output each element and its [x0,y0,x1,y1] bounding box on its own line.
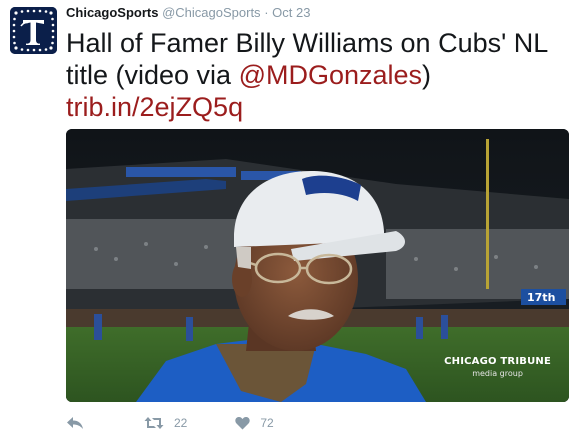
display-name[interactable]: ChicagoSports [66,5,158,20]
tweet-actions: 22 72 [66,413,274,433]
reply-icon [67,417,83,429]
mention-link[interactable]: @MDGonzales [239,60,422,90]
heart-icon [235,416,251,430]
watermark-subtitle: media group [472,369,523,378]
reply-button[interactable] [66,416,84,430]
like-button[interactable]: 72 [235,416,274,430]
scoreboard-text: 17th [527,291,555,304]
avatar[interactable] [10,7,57,54]
retweet-button[interactable]: 22 [144,416,187,430]
tweet-text-end: ) [422,60,432,90]
tweet: ChicagoSports @ChicagoSports · Oct 23 Ha… [0,0,577,436]
header-separator: · [264,5,269,20]
like-count: 72 [260,416,274,430]
tweet-text: Hall of Famer Billy Williams on Cubs' NL… [66,27,566,123]
retweet-count: 22 [174,416,188,430]
user-handle[interactable]: @ChicagoSports [162,5,260,20]
watermark-title: CHICAGO TRIBUNE [444,356,551,367]
media-watermark: CHICAGO TRIBUNE media group [444,356,551,378]
video-thumbnail[interactable]: 17th CHICAGO TRIBUNE media group [66,129,569,402]
tweet-header: ChicagoSports @ChicagoSports · Oct 23 [66,5,310,21]
retweet-icon [144,417,164,429]
tweet-date[interactable]: Oct 23 [272,5,310,20]
url-link[interactable]: trib.in/2ejZQ5q [66,92,243,122]
tribune-logo [10,7,57,54]
